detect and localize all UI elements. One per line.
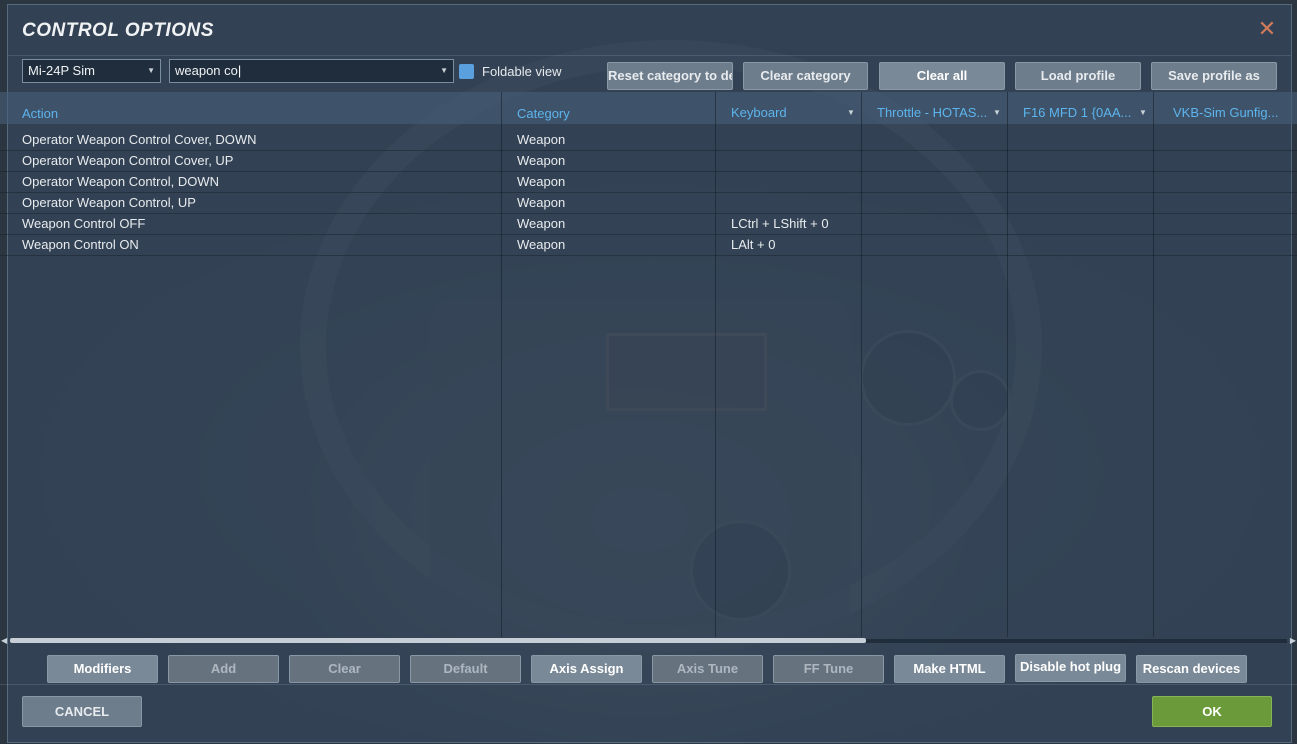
scroll-left-icon[interactable]: ◀ [1, 636, 7, 645]
axis-assign-label: Axis Assign [549, 661, 624, 676]
cancel-label: CANCEL [54, 704, 110, 719]
add-button[interactable]: Add [168, 655, 279, 683]
table-row[interactable]: Weapon Control ON Weapon LAlt + 0 [0, 234, 1297, 256]
action-cell: Operator Weapon Control, DOWN [22, 174, 219, 189]
save-profile-button[interactable]: Save profile as [1151, 62, 1277, 90]
column-header-category[interactable]: Category [517, 106, 570, 121]
keyboard-cell: LCtrl + LShift + 0 [731, 216, 829, 231]
modifiers-label: Modifiers [73, 661, 132, 676]
category-cell: Weapon [517, 216, 566, 231]
horizontal-scrollbar[interactable]: ◀ ▶ [0, 636, 1297, 645]
rescan-devices-button[interactable]: Rescan devices [1136, 655, 1247, 683]
column-header-throttle[interactable]: Throttle - HOTAS... ▼ [877, 105, 1001, 120]
make-html-label: Make HTML [913, 661, 986, 676]
column-header-action[interactable]: Action [22, 106, 58, 121]
rescan-devices-label: Rescan devices [1142, 661, 1241, 676]
axis-tune-label: Axis Tune [676, 661, 739, 676]
clear-category-button[interactable]: Clear category [743, 62, 868, 90]
clear-category-label: Clear category [760, 68, 851, 83]
load-profile-button[interactable]: Load profile [1015, 62, 1141, 90]
clear-label: Clear [328, 661, 361, 676]
column-header-mfd[interactable]: F16 MFD 1 {0AA... ▼ [1023, 105, 1147, 120]
clear-all-button[interactable]: Clear all [879, 62, 1005, 90]
category-cell: Weapon [517, 153, 566, 168]
ok-button[interactable]: OK [1152, 696, 1272, 727]
table-row[interactable]: Operator Weapon Control Cover, DOWN Weap… [0, 129, 1297, 151]
clear-all-label: Clear all [916, 68, 968, 83]
cancel-button[interactable]: CANCEL [22, 696, 142, 727]
load-profile-label: Load profile [1040, 68, 1116, 83]
category-cell: Weapon [517, 237, 566, 252]
clear-button[interactable]: Clear [289, 655, 400, 683]
table-row[interactable]: Operator Weapon Control Cover, UP Weapon [0, 150, 1297, 172]
add-label: Add [210, 661, 237, 676]
reset-category-label: Reset category to default [608, 68, 732, 83]
axis-tune-button[interactable]: Axis Tune [652, 655, 763, 683]
ff-tune-button[interactable]: FF Tune [773, 655, 884, 683]
default-button[interactable]: Default [410, 655, 521, 683]
chevron-down-icon: ▼ [147, 66, 155, 75]
column-header-vkb[interactable]: VKB-Sim Gunfig... [1173, 105, 1278, 120]
disable-hot-plug-label: Disable hot plug [1019, 659, 1122, 674]
table-row[interactable]: Operator Weapon Control, DOWN Weapon [0, 171, 1297, 193]
search-input-value: weapon co [175, 63, 238, 78]
reset-category-button[interactable]: Reset category to default [607, 62, 733, 90]
scroll-thumb[interactable] [10, 638, 866, 643]
column-header-throttle-label: Throttle - HOTAS... [877, 105, 988, 120]
aircraft-select[interactable]: Mi-24P Sim ▼ [22, 59, 161, 83]
foldable-view-label: Foldable view [482, 64, 562, 79]
category-cell: Weapon [517, 195, 566, 210]
chevron-down-icon: ▼ [440, 66, 448, 75]
category-cell: Weapon [517, 132, 566, 147]
dialog-title: CONTROL OPTIONS [22, 20, 214, 41]
make-html-button[interactable]: Make HTML [894, 655, 1005, 683]
action-cell: Operator Weapon Control, UP [22, 195, 196, 210]
column-header-mfd-label: F16 MFD 1 {0AA... [1023, 105, 1132, 120]
search-input[interactable]: weapon co| ▼ [169, 59, 454, 83]
disable-hot-plug-button[interactable]: Disable hot plug [1015, 654, 1126, 682]
scroll-right-icon[interactable]: ▶ [1290, 636, 1296, 645]
action-cell: Weapon Control OFF [22, 216, 146, 231]
close-icon[interactable]: ✕ [1257, 18, 1277, 40]
aircraft-select-value: Mi-24P Sim [28, 63, 95, 78]
chevron-down-icon: ▼ [993, 108, 1001, 117]
column-header-keyboard-label: Keyboard [731, 105, 787, 120]
table-row[interactable]: Operator Weapon Control, UP Weapon [0, 192, 1297, 214]
action-cell: Operator Weapon Control Cover, UP [22, 153, 234, 168]
foldable-view-checkbox[interactable] [459, 64, 474, 79]
axis-assign-button[interactable]: Axis Assign [531, 655, 642, 683]
chevron-down-icon: ▼ [1139, 108, 1147, 117]
ok-label: OK [1202, 704, 1222, 719]
footer-divider [0, 684, 1297, 685]
action-cell: Operator Weapon Control Cover, DOWN [22, 132, 257, 147]
ff-tune-label: FF Tune [803, 661, 854, 676]
save-profile-label: Save profile as [1168, 68, 1260, 83]
default-label: Default [443, 661, 488, 676]
category-cell: Weapon [517, 174, 566, 189]
table-row[interactable]: Weapon Control OFF Weapon LCtrl + LShift… [0, 213, 1297, 235]
chevron-down-icon: ▼ [847, 108, 855, 117]
action-cell: Weapon Control ON [22, 237, 139, 252]
keyboard-cell: LAlt + 0 [731, 237, 776, 252]
column-header-keyboard[interactable]: Keyboard ▼ [731, 105, 855, 120]
modifiers-button[interactable]: Modifiers [47, 655, 158, 683]
